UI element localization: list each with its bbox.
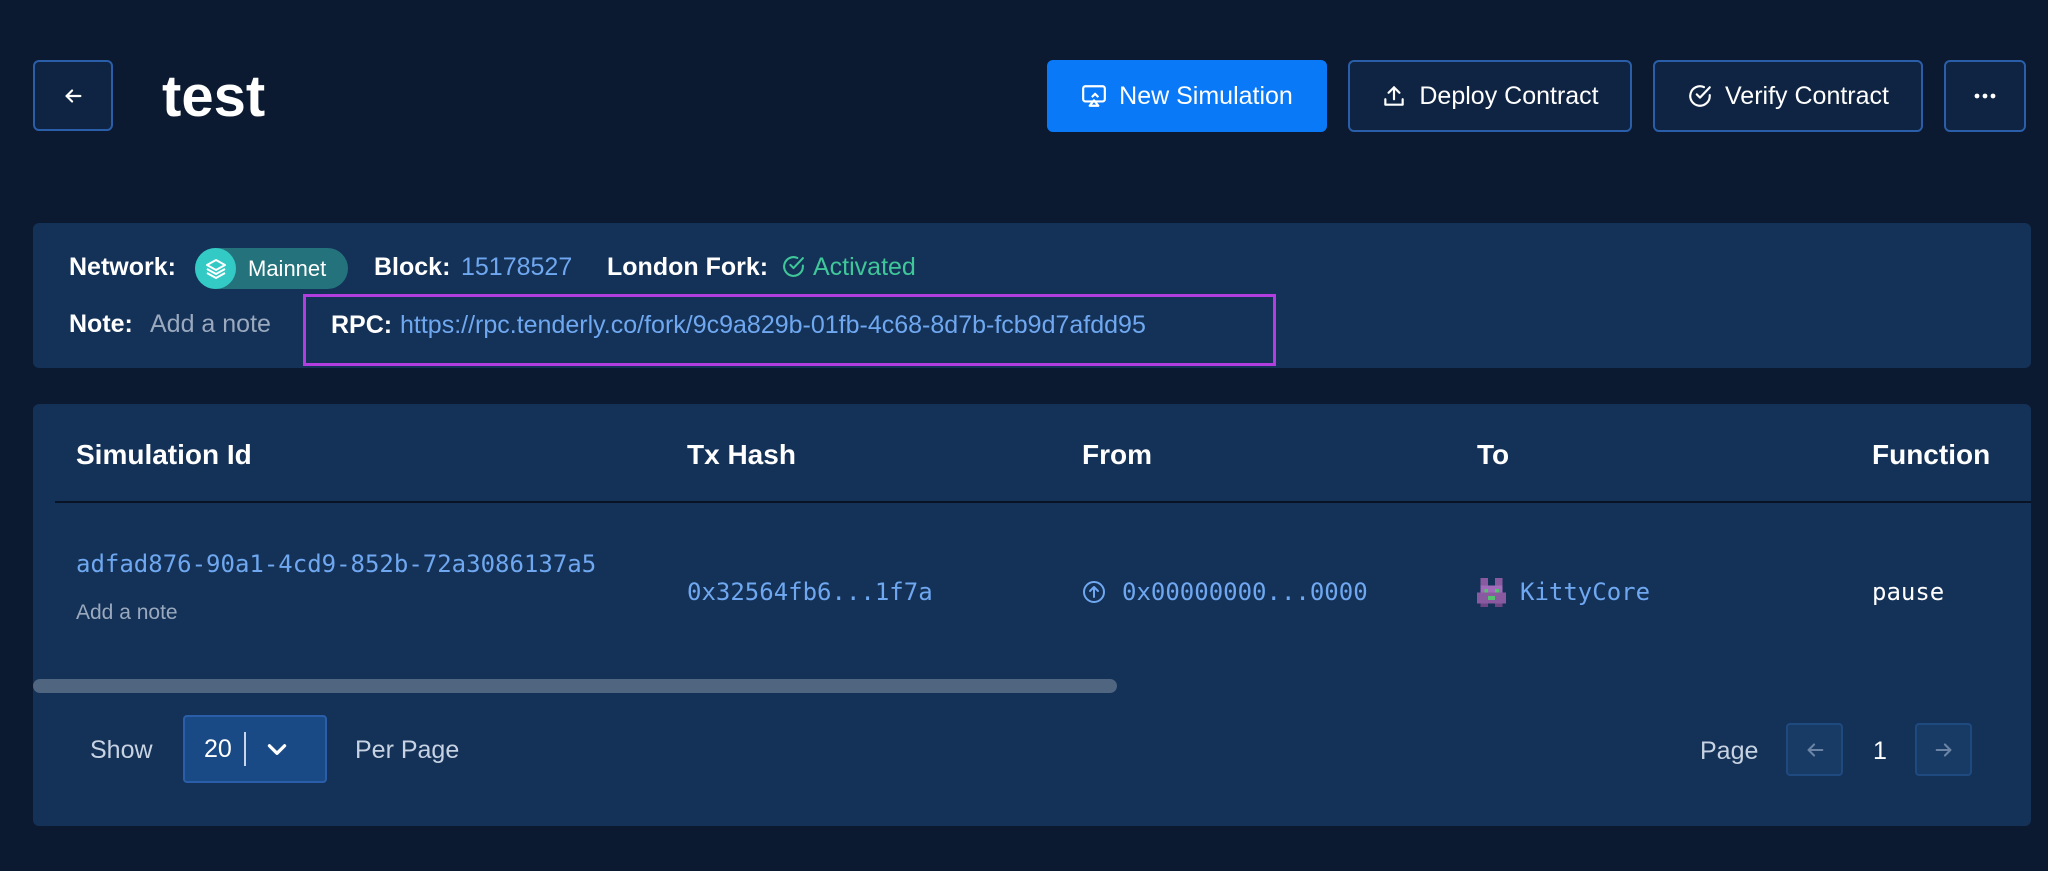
london-fork-label: London Fork: — [607, 253, 769, 281]
monitor-play-icon — [1082, 85, 1107, 107]
show-label: Show — [90, 736, 153, 764]
previous-page-button[interactable] — [1786, 723, 1843, 776]
check-circle-icon — [783, 256, 804, 277]
block-label: Block: — [374, 253, 451, 281]
new-simulation-button[interactable]: New Simulation — [1047, 60, 1327, 132]
kitty-avatar-icon — [1477, 578, 1506, 607]
arrow-right-icon — [1935, 742, 1951, 757]
arrow-left-icon — [65, 88, 82, 103]
to-contract-link[interactable]: KittyCore — [1520, 578, 1650, 606]
current-page-number: 1 — [1873, 737, 1887, 765]
upload-icon — [1384, 86, 1405, 106]
next-page-button[interactable] — [1915, 723, 1972, 776]
function-name: pause — [1872, 578, 1945, 606]
network-badge: Mainnet — [195, 248, 348, 289]
per-page-select[interactable]: 20 — [183, 715, 327, 783]
rpc-label: RPC: — [331, 311, 393, 339]
ellipsis-icon — [1974, 93, 1996, 99]
per-page-value: 20 — [204, 734, 232, 763]
from-address-link[interactable]: 0x00000000...0000 — [1122, 578, 1368, 606]
tx-hash-link[interactable]: 0x32564fb6...1f7a — [687, 578, 933, 606]
column-header-from: From — [1082, 439, 1152, 470]
column-header-tx-hash: Tx Hash — [687, 439, 796, 470]
london-fork-status: Activated — [813, 253, 916, 281]
horizontal-scrollbar[interactable] — [33, 679, 1117, 693]
more-options-button[interactable] — [1944, 60, 2026, 132]
page-label: Page — [1700, 737, 1759, 765]
column-header-simulation-id: Simulation Id — [76, 439, 252, 470]
verify-contract-label: Verify Contract — [1725, 81, 1889, 110]
network-value: Mainnet — [248, 255, 327, 281]
column-header-to: To — [1477, 439, 1510, 470]
check-circle-icon — [1689, 85, 1711, 107]
rpc-url-link[interactable]: https://rpc.tenderly.co/fork/9c9a829b-01… — [400, 311, 1146, 340]
row-add-note-link[interactable]: Add a note — [76, 601, 178, 625]
per-page-label: Per Page — [355, 736, 460, 764]
deploy-contract-button[interactable]: Deploy Contract — [1348, 60, 1632, 132]
back-button[interactable] — [33, 60, 113, 131]
column-header-function: Function — [1872, 439, 1991, 470]
add-note-link[interactable]: Add a note — [150, 310, 271, 339]
page-title: test — [162, 64, 266, 129]
new-simulation-label: New Simulation — [1119, 81, 1293, 110]
network-label: Network: — [69, 253, 176, 281]
note-label: Note: — [69, 310, 133, 338]
verify-contract-button[interactable]: Verify Contract — [1653, 60, 1923, 132]
header-divider — [55, 501, 2031, 503]
block-number-link[interactable]: 15178527 — [461, 253, 572, 282]
layers-icon — [195, 248, 236, 289]
simulation-id-link[interactable]: adfad876-90a1-4cd9-852b-72a3086137a5 — [76, 550, 596, 578]
arrow-up-circle-icon — [1083, 581, 1105, 603]
deploy-contract-label: Deploy Contract — [1419, 81, 1599, 110]
chevron-down-icon — [264, 736, 290, 762]
arrow-left-icon — [1807, 742, 1823, 757]
select-divider — [244, 732, 246, 766]
